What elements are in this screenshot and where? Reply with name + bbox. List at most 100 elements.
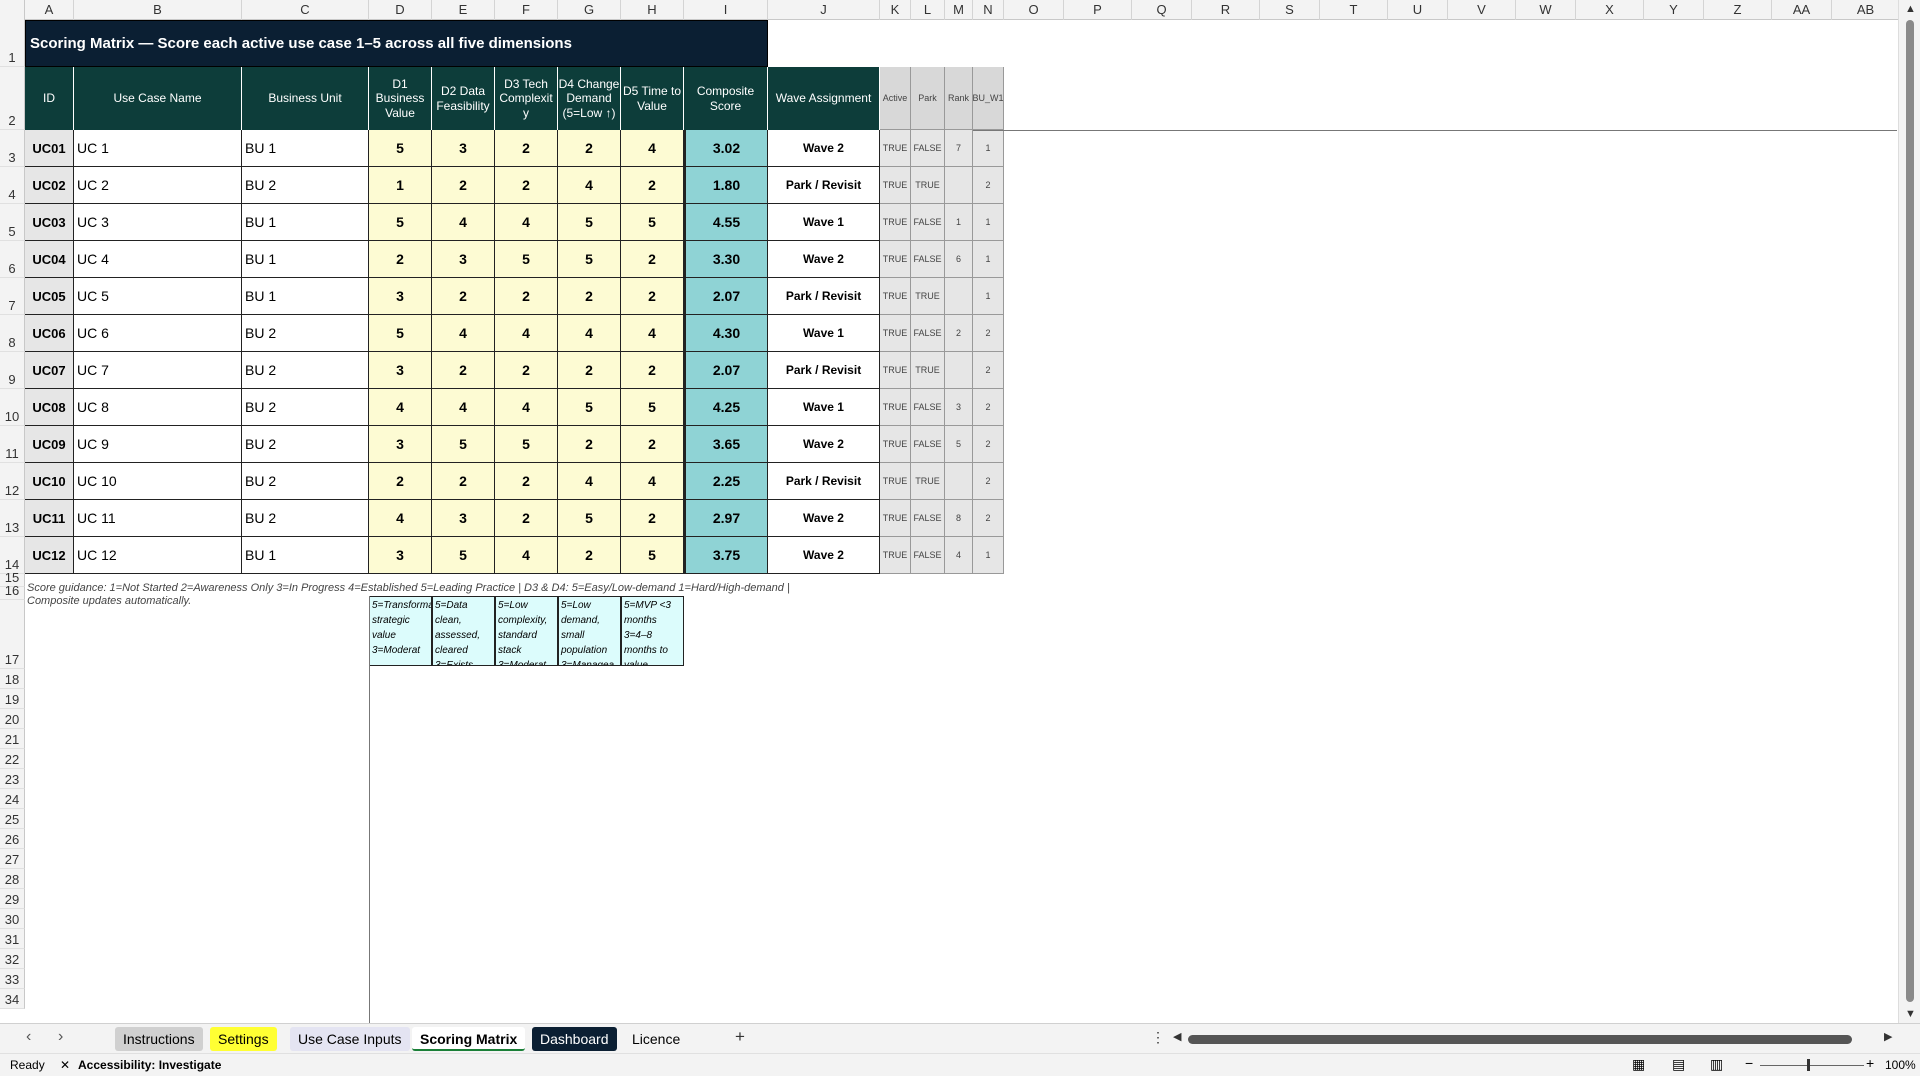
score-d1[interactable]: 2 <box>369 463 432 500</box>
park-flag[interactable]: TRUE <box>911 352 945 389</box>
row-header-14[interactable]: 14 <box>0 537 25 574</box>
use-case-name[interactable]: UC 8 <box>74 389 242 426</box>
guide-box-d4[interactable]: 5=Low demand, small population 3=Managea <box>558 596 621 666</box>
composite-score[interactable]: 4.25 <box>684 389 768 426</box>
park-flag[interactable]: FALSE <box>911 500 945 537</box>
row-header-24[interactable]: 24 <box>0 789 25 809</box>
wave-assignment[interactable]: Park / Revisit <box>768 352 880 389</box>
business-unit[interactable]: BU 1 <box>242 204 369 241</box>
score-d3[interactable]: 5 <box>495 426 558 463</box>
composite-score[interactable]: 3.02 <box>684 130 768 167</box>
score-d5[interactable]: 4 <box>621 130 684 167</box>
rank-value[interactable] <box>945 463 973 500</box>
use-case-id[interactable]: UC05 <box>25 278 74 315</box>
column-header-q[interactable]: Q <box>1132 0 1192 20</box>
score-d4[interactable]: 5 <box>558 500 621 537</box>
active-flag[interactable]: TRUE <box>880 389 911 426</box>
row-header-2[interactable]: 2 <box>0 67 25 130</box>
active-flag[interactable]: TRUE <box>880 204 911 241</box>
composite-score[interactable]: 4.30 <box>684 315 768 352</box>
row-header-29[interactable]: 29 <box>0 889 25 909</box>
rank-value[interactable]: 7 <box>945 130 973 167</box>
score-d1[interactable]: 4 <box>369 500 432 537</box>
row-header-22[interactable]: 22 <box>0 749 25 769</box>
use-case-id[interactable]: UC06 <box>25 315 74 352</box>
page-layout-icon[interactable]: ▤ <box>1672 1056 1685 1073</box>
zoom-in-button[interactable]: + <box>1866 1055 1874 1071</box>
wave-assignment[interactable]: Park / Revisit <box>768 167 880 204</box>
column-header-y[interactable]: Y <box>1644 0 1704 20</box>
column-header-j[interactable]: J <box>768 0 880 20</box>
bu-weight[interactable]: 1 <box>973 278 1004 315</box>
column-header-a[interactable]: A <box>25 0 74 20</box>
use-case-id[interactable]: UC03 <box>25 204 74 241</box>
score-d4[interactable]: 4 <box>558 463 621 500</box>
score-d4[interactable]: 2 <box>558 278 621 315</box>
use-case-name[interactable]: UC 6 <box>74 315 242 352</box>
score-d3[interactable]: 4 <box>495 537 558 574</box>
sheet-tab-dashboard[interactable]: Dashboard <box>532 1027 617 1051</box>
horizontal-scroll-thumb[interactable] <box>1188 1035 1852 1044</box>
active-flag[interactable]: TRUE <box>880 352 911 389</box>
score-d3[interactable]: 4 <box>495 204 558 241</box>
composite-score[interactable]: 3.65 <box>684 426 768 463</box>
score-d5[interactable]: 4 <box>621 315 684 352</box>
park-flag[interactable]: FALSE <box>911 241 945 278</box>
row-header-21[interactable]: 21 <box>0 729 25 749</box>
sheet-tab-instructions[interactable]: Instructions <box>115 1027 203 1051</box>
park-flag[interactable]: FALSE <box>911 130 945 167</box>
score-d2[interactable]: 3 <box>432 500 495 537</box>
normal-view-icon[interactable]: ▦ <box>1632 1056 1645 1073</box>
score-d5[interactable]: 4 <box>621 463 684 500</box>
scroll-down-icon[interactable]: ▼ <box>1905 1008 1916 1020</box>
rank-value[interactable]: 3 <box>945 389 973 426</box>
row-header-1[interactable]: 1 <box>0 20 25 67</box>
use-case-name[interactable]: UC 9 <box>74 426 242 463</box>
row-header-8[interactable]: 8 <box>0 315 25 352</box>
column-header-g[interactable]: G <box>558 0 621 20</box>
rank-value[interactable]: 4 <box>945 537 973 574</box>
row-header-17[interactable]: 17 <box>0 600 25 669</box>
guide-box-d1[interactable]: 5=Transformative strategic value 3=Moder… <box>369 596 432 666</box>
score-d5[interactable]: 2 <box>621 426 684 463</box>
use-case-id[interactable]: UC02 <box>25 167 74 204</box>
row-header-6[interactable]: 6 <box>0 241 25 278</box>
row-header-11[interactable]: 11 <box>0 426 25 463</box>
column-header-r[interactable]: R <box>1192 0 1260 20</box>
active-flag[interactable]: TRUE <box>880 167 911 204</box>
use-case-id[interactable]: UC11 <box>25 500 74 537</box>
score-d4[interactable]: 4 <box>558 167 621 204</box>
column-header-m[interactable]: M <box>945 0 973 20</box>
chevron-left-icon[interactable]: ‹ <box>26 1028 31 1046</box>
select-all-corner[interactable] <box>0 0 25 20</box>
wave-assignment[interactable]: Park / Revisit <box>768 278 880 315</box>
active-flag[interactable]: TRUE <box>880 500 911 537</box>
score-d2[interactable]: 3 <box>432 241 495 278</box>
rank-value[interactable]: 6 <box>945 241 973 278</box>
business-unit[interactable]: BU 2 <box>242 389 369 426</box>
score-d3[interactable]: 4 <box>495 315 558 352</box>
active-flag[interactable]: TRUE <box>880 537 911 574</box>
score-d2[interactable]: 4 <box>432 389 495 426</box>
score-d4[interactable]: 5 <box>558 241 621 278</box>
row-header-28[interactable]: 28 <box>0 869 25 889</box>
wave-assignment[interactable]: Wave 2 <box>768 537 880 574</box>
score-d1[interactable]: 4 <box>369 389 432 426</box>
score-d1[interactable]: 3 <box>369 352 432 389</box>
composite-score[interactable]: 2.07 <box>684 278 768 315</box>
row-header-4[interactable]: 4 <box>0 167 25 204</box>
use-case-name[interactable]: UC 2 <box>74 167 242 204</box>
bu-weight[interactable]: 1 <box>973 537 1004 574</box>
score-d5[interactable]: 2 <box>621 500 684 537</box>
column-header-i[interactable]: I <box>684 0 768 20</box>
park-flag[interactable]: FALSE <box>911 426 945 463</box>
composite-score[interactable]: 3.30 <box>684 241 768 278</box>
park-flag[interactable]: FALSE <box>911 389 945 426</box>
composite-score[interactable]: 2.25 <box>684 463 768 500</box>
bu-weight[interactable]: 1 <box>973 130 1004 167</box>
active-flag[interactable]: TRUE <box>880 130 911 167</box>
bu-weight[interactable]: 1 <box>973 241 1004 278</box>
score-d4[interactable]: 2 <box>558 537 621 574</box>
composite-score[interactable]: 4.55 <box>684 204 768 241</box>
wave-assignment[interactable]: Wave 2 <box>768 426 880 463</box>
